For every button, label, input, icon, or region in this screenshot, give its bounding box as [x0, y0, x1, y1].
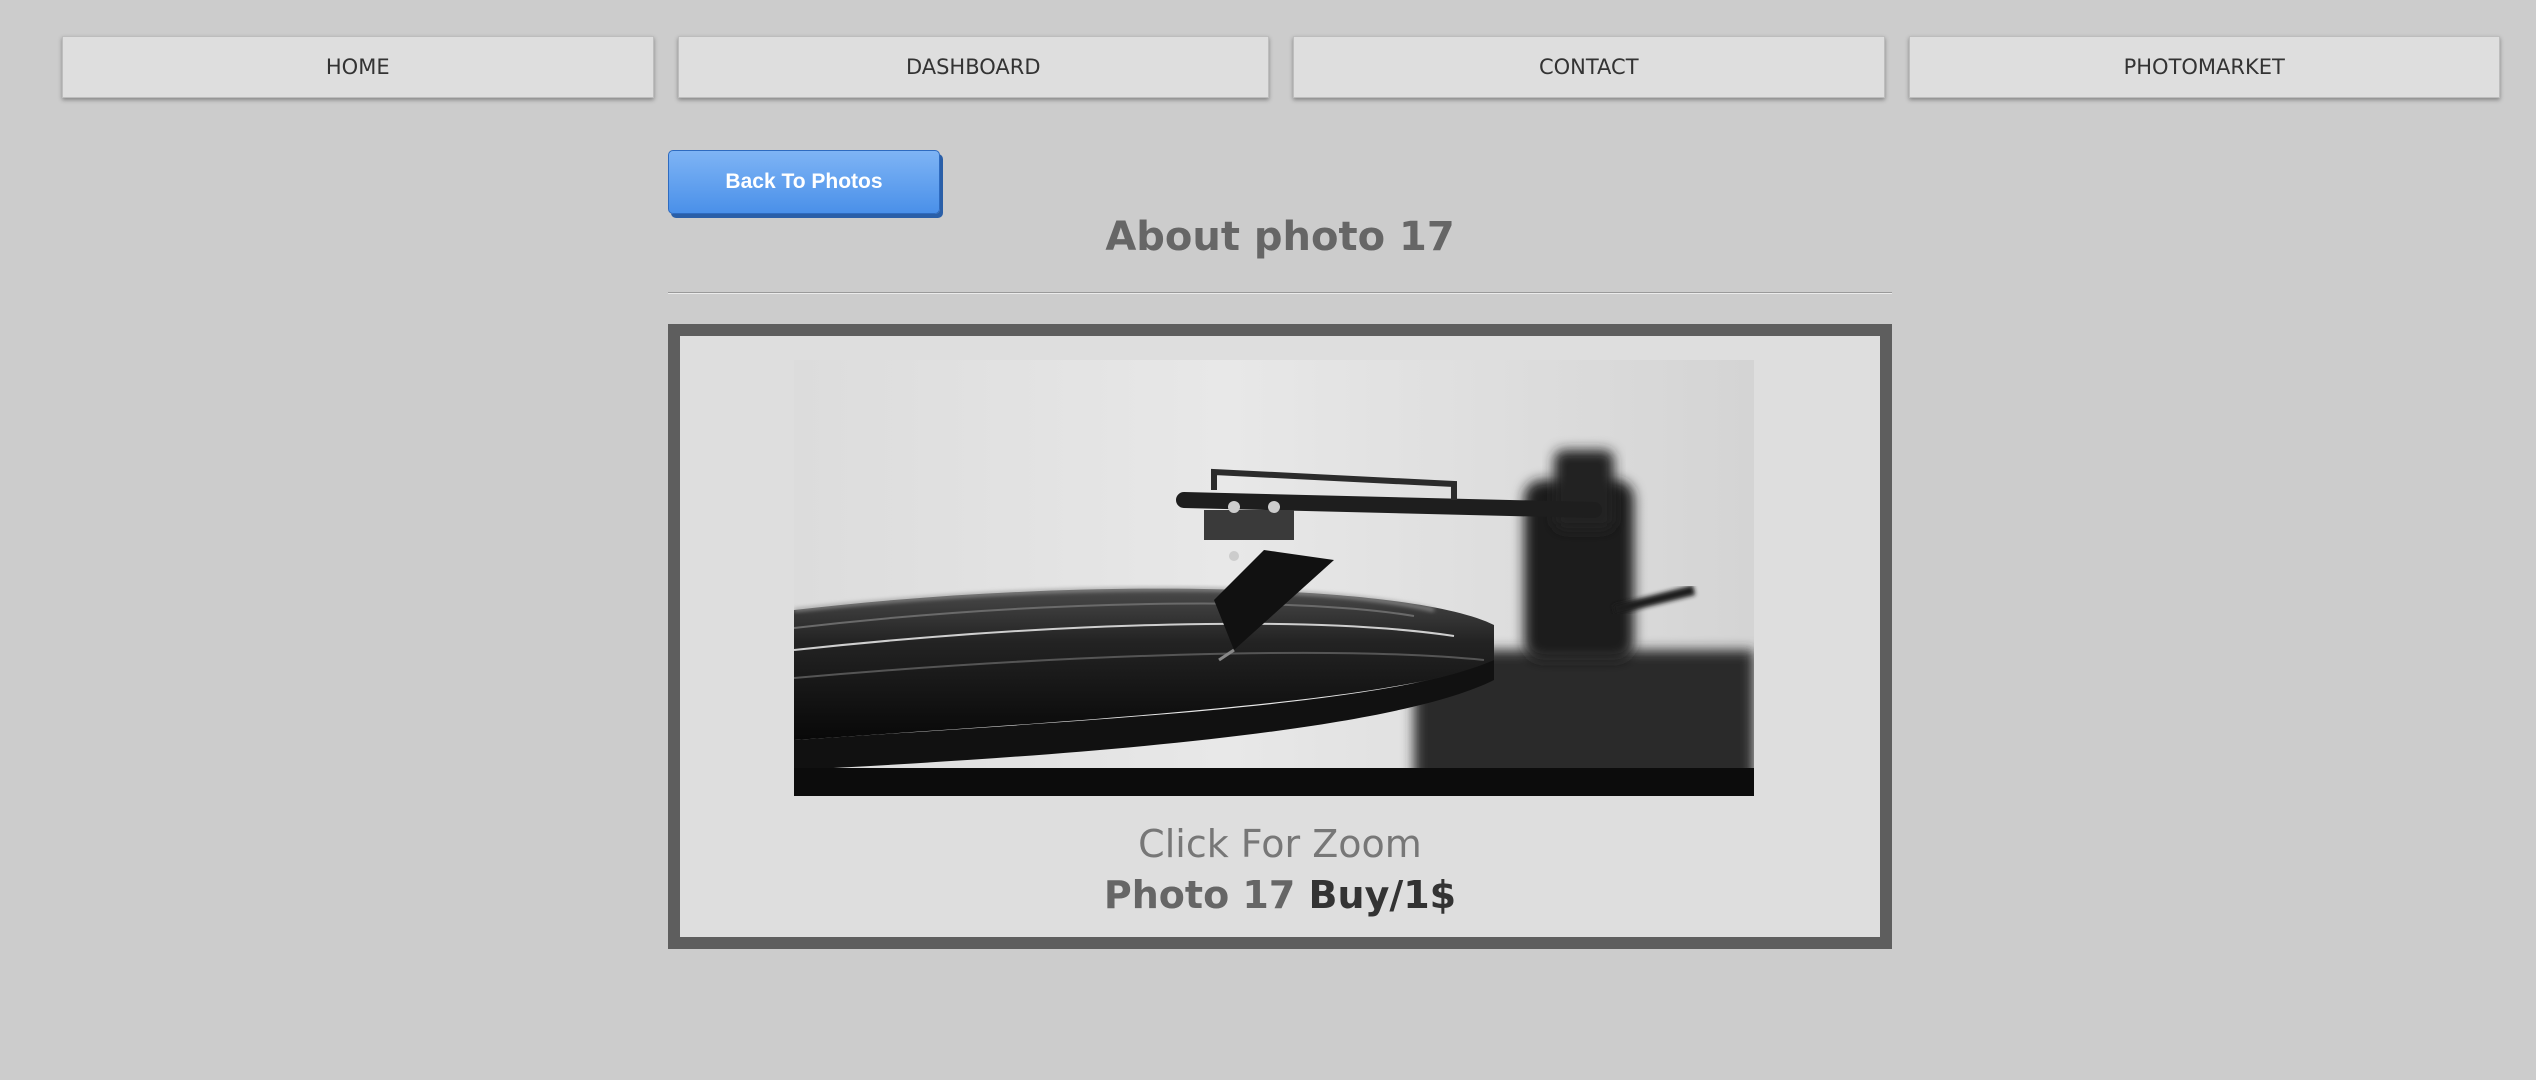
back-to-photos-button[interactable]: Back To Photos: [668, 150, 940, 214]
page-title: About photo 17: [1105, 214, 1455, 260]
photo-image[interactable]: [794, 360, 1754, 796]
nav-home[interactable]: HOME: [62, 36, 654, 98]
top-navigation: HOME DASHBOARD CONTACT PHOTOMARKET: [62, 36, 2500, 100]
nav-contact[interactable]: CONTACT: [1293, 36, 1885, 98]
click-for-zoom-text[interactable]: Click For Zoom: [680, 822, 1880, 866]
photo-caption: Photo 17 Buy/1$: [680, 873, 1880, 917]
photo-card: Click For Zoom Photo 17 Buy/1$: [668, 324, 1892, 949]
nav-photomarket[interactable]: PHOTOMARKET: [1908, 36, 2500, 98]
nav-dashboard[interactable]: DASHBOARD: [677, 36, 1269, 98]
photo-name: Photo 17: [1103, 873, 1296, 917]
buy-link[interactable]: Buy/1$: [1309, 873, 1457, 917]
title-divider: [668, 292, 1892, 294]
